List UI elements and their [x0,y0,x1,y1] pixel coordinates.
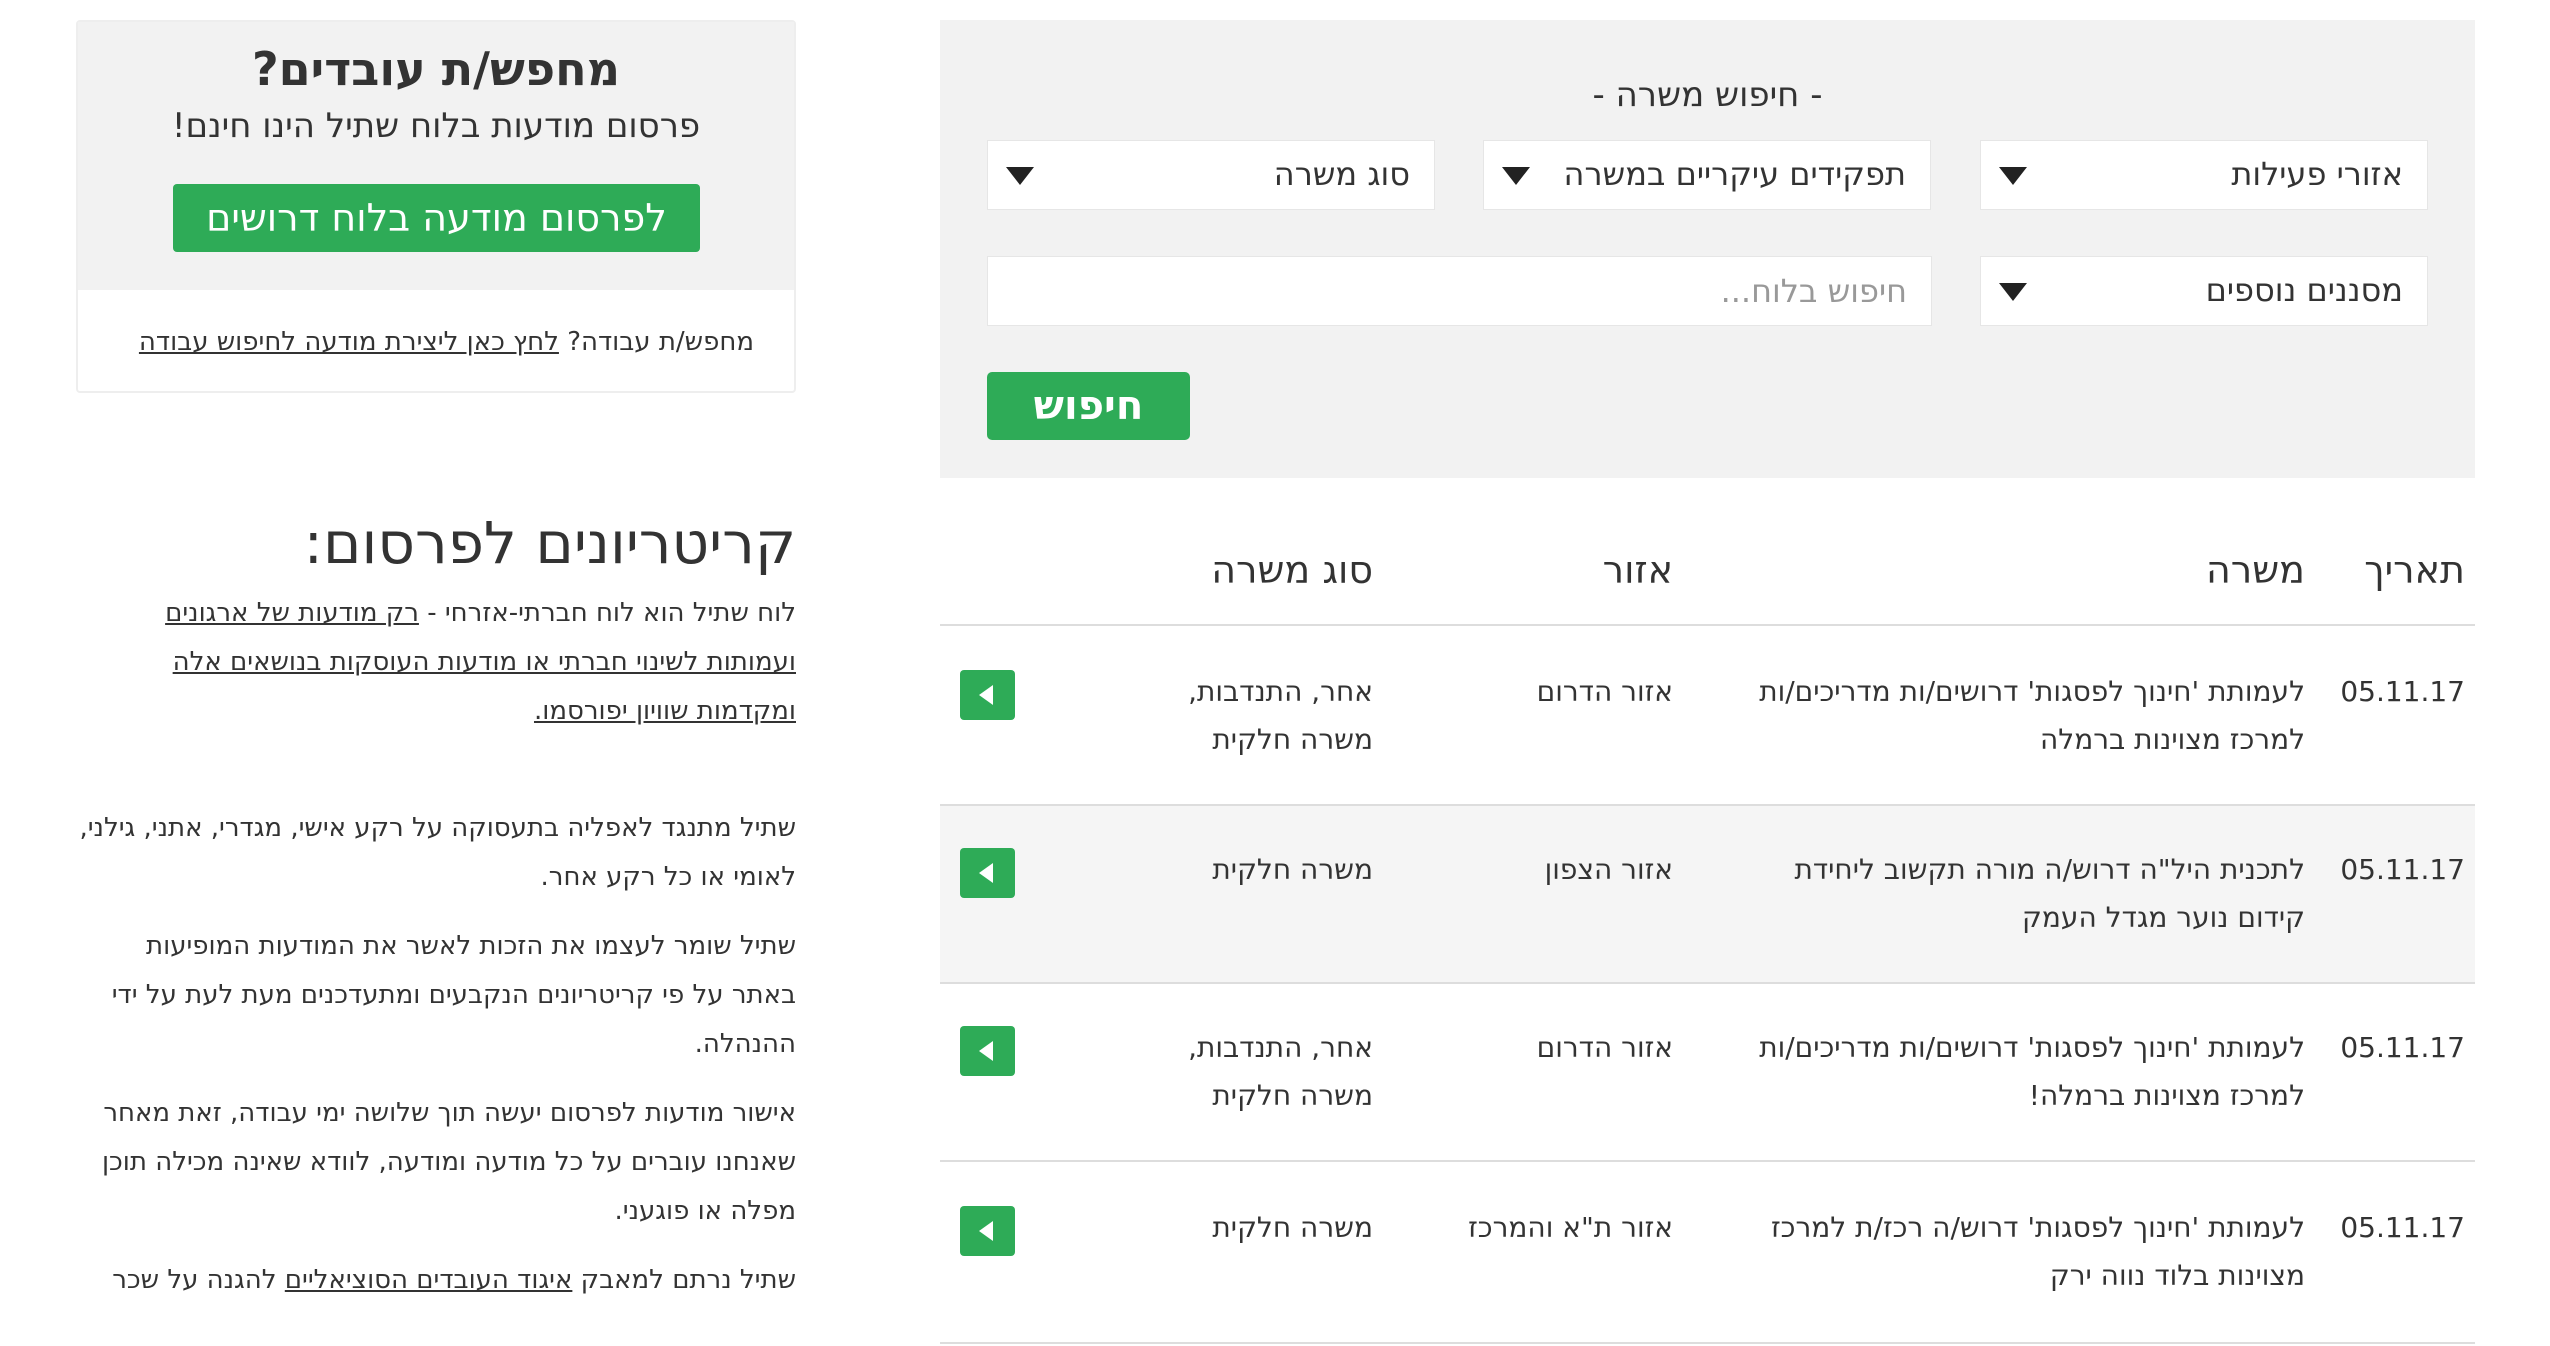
table-row[interactable]: 05.11.17 לעמותת 'חינוך לפסגות' דרוש/ה רכ… [940,1162,2475,1344]
criteria-p1-prefix: לוח שתיל הוא לוח חברתי-אזרחי - [418,598,796,628]
row-area: אזור הדרום [1536,675,1673,708]
search-button[interactable]: חיפוש [987,372,1190,440]
criteria-paragraph: לוח שתיל הוא לוח חברתי-אזרחי - רק מודעות… [76,589,796,736]
employers-box-top: מחפש/ת עובדים? פרסום מודעות בלוח שתיל הי… [78,22,794,290]
employers-box: מחפש/ת עובדים? פרסום מודעות בלוח שתיל הי… [76,20,796,393]
table-row[interactable]: 05.11.17 לעמותת 'חינוך לפסגות' דרושים/ות… [940,628,2475,806]
row-job-type: משרה חלקית [1212,1211,1373,1244]
chevron-down-icon [1502,167,1530,185]
areas-dropdown-label: אזורי פעילות [2231,155,2403,193]
roles-dropdown[interactable]: תפקידים עיקריים במשרה [1483,140,1931,210]
column-header-date[interactable]: תאריך [2364,548,2465,592]
criteria-title: קריטריונים לפרסום: [303,509,797,577]
social-workers-union-link[interactable]: איגוד העובדים הסוציאליים [285,1265,573,1295]
more-filters-dropdown-label: מסננים נוספים [2205,271,2403,309]
job-type-dropdown[interactable]: סוג משרה [987,140,1435,210]
row-open-arrow-icon[interactable] [960,1206,1015,1256]
row-open-arrow-icon[interactable] [960,848,1015,898]
row-open-arrow-icon[interactable] [960,670,1015,720]
criteria-paragraph: שתיל שומר לעצמו את הזכות לאשר את המודעות… [111,931,796,1059]
publish-ad-button[interactable]: לפרסום מודעה בלוח דרושים [173,184,700,252]
areas-dropdown[interactable]: אזורי פעילות [1980,140,2428,210]
criteria-paragraph: שתיל נרתם למאבק איגוד העובדים הסוציאליים… [76,1256,796,1305]
table-row[interactable]: 05.11.17 לעמותת 'חינוך לפסגות' דרושים/ות… [940,984,2475,1162]
row-job-title[interactable]: לעמותת 'חינוך לפסגות' דרוש/ה רכז/ת למרכז… [1745,1204,2305,1300]
row-job-title[interactable]: לעמותת 'חינוך לפסגות' דרושים/ות מדריכים/… [1745,668,2305,764]
job-type-dropdown-label: סוג משרה [1273,155,1410,193]
column-header-job[interactable]: משרה [2206,548,2305,592]
search-title: - חיפוש משרה - [1592,75,1823,115]
row-job-type: אחר, התנדבות, משרה חלקית [1188,1031,1373,1112]
criteria-paragraph: שתיל מתנגד לאפליה בתעסוקה על רקע אישי, מ… [79,813,796,892]
chevron-down-icon [1006,167,1034,185]
table-row[interactable]: 05.11.17 לתכנית היל"ה דרוש/ה מורה תקשוב … [940,806,2475,984]
row-area: אזור ת"א והמרכז [1468,1211,1673,1244]
row-area: אזור הצפון [1544,853,1673,886]
criteria-paragraph: אישור מודעות לפרסום יעשה תוך שלושה ימי ע… [101,1098,796,1226]
row-open-arrow-icon[interactable] [960,1026,1015,1076]
roles-dropdown-label: תפקידים עיקריים במשרה [1563,155,1906,193]
row-date: 05.11.17 [2340,1031,2465,1064]
row-job-title[interactable]: לתכנית היל"ה דרוש/ה מורה תקשוב ליחידת קי… [1745,846,2305,942]
criteria-p5-prefix: שתיל נרתם למאבק [572,1265,796,1295]
row-date: 05.11.17 [2340,853,2465,886]
column-header-type[interactable]: סוג משרה [1211,548,1373,592]
employers-subtitle: פרסום מודעות בלוח שתיל הינו חינם! [171,106,701,146]
column-header-area[interactable]: אזור [1603,548,1673,592]
row-job-title[interactable]: לעמותת 'חינוך לפסגות' דרושים/ות מדריכים/… [1745,1024,2305,1120]
criteria-section: קריטריונים לפרסום: לוח שתיל הוא לוח חברת… [76,505,796,1305]
row-job-type: אחר, התנדבות, משרה חלקית [1188,675,1373,756]
criteria-p5-suffix: להגנה על שכר [112,1265,285,1295]
job-search-panel: - חיפוש משרה - אזורי פעילות תפקידים עיקר… [940,20,2475,478]
page: - חיפוש משרה - אזורי פעילות תפקידים עיקר… [0,0,2550,1346]
job-seeker-line: מחפש/ת עבודה? לחץ כאן ליצירת מודעה לחיפו… [139,327,754,357]
more-filters-dropdown[interactable]: מסננים נוספים [1980,256,2428,326]
board-search-input[interactable] [987,256,1932,326]
chevron-down-icon [1999,167,2027,185]
chevron-down-icon [1999,283,2027,301]
employers-title: מחפש/ת עובדים? [251,42,621,96]
create-job-seeker-ad-link[interactable]: לחץ כאן ליצירת מודעה לחיפוש עבודה [139,327,559,357]
row-area: אזור הדרום [1536,1031,1673,1064]
jobs-table-header: תאריך משרה אזור סוג משרה [940,540,2475,626]
row-date: 05.11.17 [2340,1211,2465,1244]
row-job-type: משרה חלקית [1212,853,1373,886]
row-date: 05.11.17 [2340,675,2465,708]
job-seeker-prefix: מחפש/ת עבודה? [567,327,754,357]
